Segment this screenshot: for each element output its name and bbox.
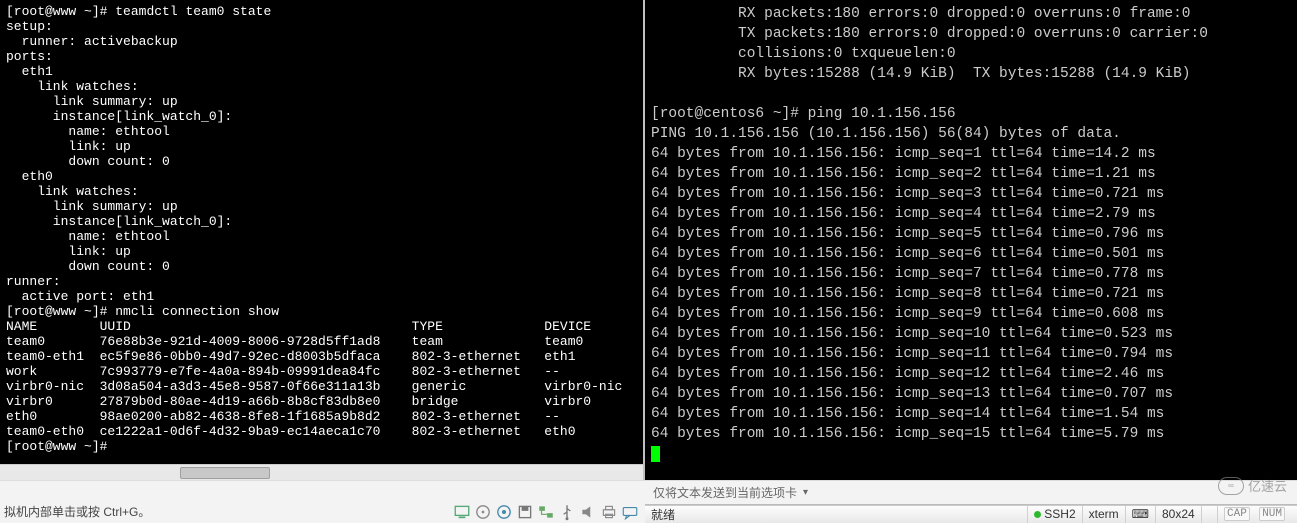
dropdown-icon[interactable]: ▾ — [803, 487, 808, 498]
status-cap: CAP — [1224, 507, 1250, 521]
output-line: eth0 — [6, 169, 637, 184]
device-icon[interactable] — [453, 503, 471, 521]
prompt: [root@www ~]# — [6, 304, 107, 319]
prompt: [root@www ~]# — [6, 4, 107, 19]
output-line: down count: 0 — [6, 154, 637, 169]
right-terminal[interactable]: RX packets:180 errors:0 dropped:0 overru… — [645, 0, 1297, 480]
table-header: NAME UUID TYPE DEVICE — [6, 319, 637, 334]
sound-icon[interactable] — [579, 503, 597, 521]
output-line: link summary: up — [6, 199, 637, 214]
output-line: instance[link_watch_0]: — [6, 109, 637, 124]
network-icon[interactable] — [537, 503, 555, 521]
usb-icon[interactable] — [558, 503, 576, 521]
ping-line: 64 bytes from 10.1.156.156: icmp_seq=15 … — [651, 424, 1291, 444]
output-line: link summary: up — [6, 94, 637, 109]
ping-line: 64 bytes from 10.1.156.156: icmp_seq=5 t… — [651, 224, 1291, 244]
table-row: team0 76e88b3e-921d-4009-8006-9728d5ff1a… — [6, 334, 637, 349]
status-num: NUM — [1259, 507, 1285, 521]
ping-line: 64 bytes from 10.1.156.156: icmp_seq=10 … — [651, 324, 1291, 344]
command-text: ping 10.1.156.156 — [808, 106, 956, 122]
output-line: name: ethtool — [6, 124, 637, 139]
ping-line: 64 bytes from 10.1.156.156: icmp_seq=14 … — [651, 404, 1291, 424]
table-row: team0-eth1 ec5f9e86-0bb0-49d7-92ec-d8003… — [6, 349, 637, 364]
left-terminal[interactable]: [root@www ~]# teamdctl team0 state setup… — [0, 0, 645, 480]
output-line: active port: eth1 — [6, 289, 637, 304]
table-row: work 7c993779-e7fe-4a0a-894b-09991dea84f… — [6, 364, 637, 379]
status-icon: ⌨ — [1125, 506, 1155, 523]
message-icon[interactable] — [621, 503, 639, 521]
output-line: instance[link_watch_0]: — [6, 214, 637, 229]
ping-line: 64 bytes from 10.1.156.156: icmp_seq=6 t… — [651, 244, 1291, 264]
left-footer: 拟机内部单击或按 Ctrl+G。 — [0, 480, 645, 523]
prompt: [root@centos6 ~]# — [651, 106, 799, 122]
watermark: ∞ 亿速云 — [1218, 476, 1287, 495]
disk-icon[interactable] — [474, 503, 492, 521]
command-text: teamdctl team0 state — [115, 4, 271, 19]
ping-header: PING 10.1.156.156 (10.1.156.156) 56(84) … — [651, 124, 1291, 144]
output-line: link: up — [6, 139, 637, 154]
printer-icon[interactable] — [600, 503, 618, 521]
table-row: virbr0 27879b0d-80ae-4d19-a66b-8b8cf83db… — [6, 394, 637, 409]
output-line: runner: — [6, 274, 637, 289]
ping-line: 64 bytes from 10.1.156.156: icmp_seq=2 t… — [651, 164, 1291, 184]
floppy-icon[interactable] — [516, 503, 534, 521]
output-line: link watches: — [6, 79, 637, 94]
ping-line: 64 bytes from 10.1.156.156: icmp_seq=7 t… — [651, 264, 1291, 284]
table-row: eth0 98ae0200-ab82-4638-8fe8-1f1685a9b8d… — [6, 409, 637, 424]
status-rowcol — [1201, 506, 1217, 523]
tab-hint-text: 仅将文本发送到当前选项卡 — [653, 484, 797, 501]
status-term: xterm — [1082, 506, 1125, 523]
status-ready: 就绪 — [651, 506, 675, 523]
prompt: [root@www ~]# — [6, 439, 107, 454]
output-line: link: up — [6, 244, 637, 259]
status-bar: 就绪 SSH2 xterm ⌨ 80x24 CAP NUM — [645, 505, 1297, 523]
status-ssh: SSH2 — [1027, 506, 1081, 523]
cursor — [651, 446, 660, 462]
output-line: eth1 — [6, 64, 637, 79]
output-line: runner: activebackup — [6, 34, 637, 49]
ping-line: 64 bytes from 10.1.156.156: icmp_seq=1 t… — [651, 144, 1291, 164]
output-line: ports: — [6, 49, 637, 64]
output-line: link watches: — [6, 184, 637, 199]
ping-line: 64 bytes from 10.1.156.156: icmp_seq=9 t… — [651, 304, 1291, 324]
vm-hint-text: 拟机内部单击或按 Ctrl+G。 — [4, 503, 150, 520]
output-line: RX bytes:15288 (14.9 KiB) TX bytes:15288… — [651, 64, 1291, 84]
ping-line: 64 bytes from 10.1.156.156: icmp_seq=4 t… — [651, 204, 1291, 224]
led-icon — [1034, 511, 1041, 518]
scrollbar-thumb[interactable] — [180, 467, 270, 479]
output-line: down count: 0 — [6, 259, 637, 274]
command-text: nmcli connection show — [115, 304, 279, 319]
table-row: team0-eth0 ce1222a1-0d6f-4d32-9ba9-ec14a… — [6, 424, 637, 439]
cd-icon[interactable] — [495, 503, 513, 521]
ping-line: 64 bytes from 10.1.156.156: icmp_seq=12 … — [651, 364, 1291, 384]
tab-hint-bar: 仅将文本发送到当前选项卡 ▾ — [645, 480, 1297, 505]
ping-line: 64 bytes from 10.1.156.156: icmp_seq=13 … — [651, 384, 1291, 404]
ping-line: 64 bytes from 10.1.156.156: icmp_seq=3 t… — [651, 184, 1291, 204]
ping-line: 64 bytes from 10.1.156.156: icmp_seq=8 t… — [651, 284, 1291, 304]
vm-status-icons — [453, 503, 639, 521]
output-line: setup: — [6, 19, 637, 34]
ping-line: 64 bytes from 10.1.156.156: icmp_seq=11 … — [651, 344, 1291, 364]
output-line: RX packets:180 errors:0 dropped:0 overru… — [651, 4, 1291, 24]
output-line: TX packets:180 errors:0 dropped:0 overru… — [651, 24, 1291, 44]
status-size: 80x24 — [1155, 506, 1201, 523]
table-row: virbr0-nic 3d08a504-a3d3-45e8-9587-0f66e… — [6, 379, 637, 394]
horizontal-scrollbar[interactable] — [0, 464, 643, 480]
output-line: name: ethtool — [6, 229, 637, 244]
output-line: collisions:0 txqueuelen:0 — [651, 44, 1291, 64]
